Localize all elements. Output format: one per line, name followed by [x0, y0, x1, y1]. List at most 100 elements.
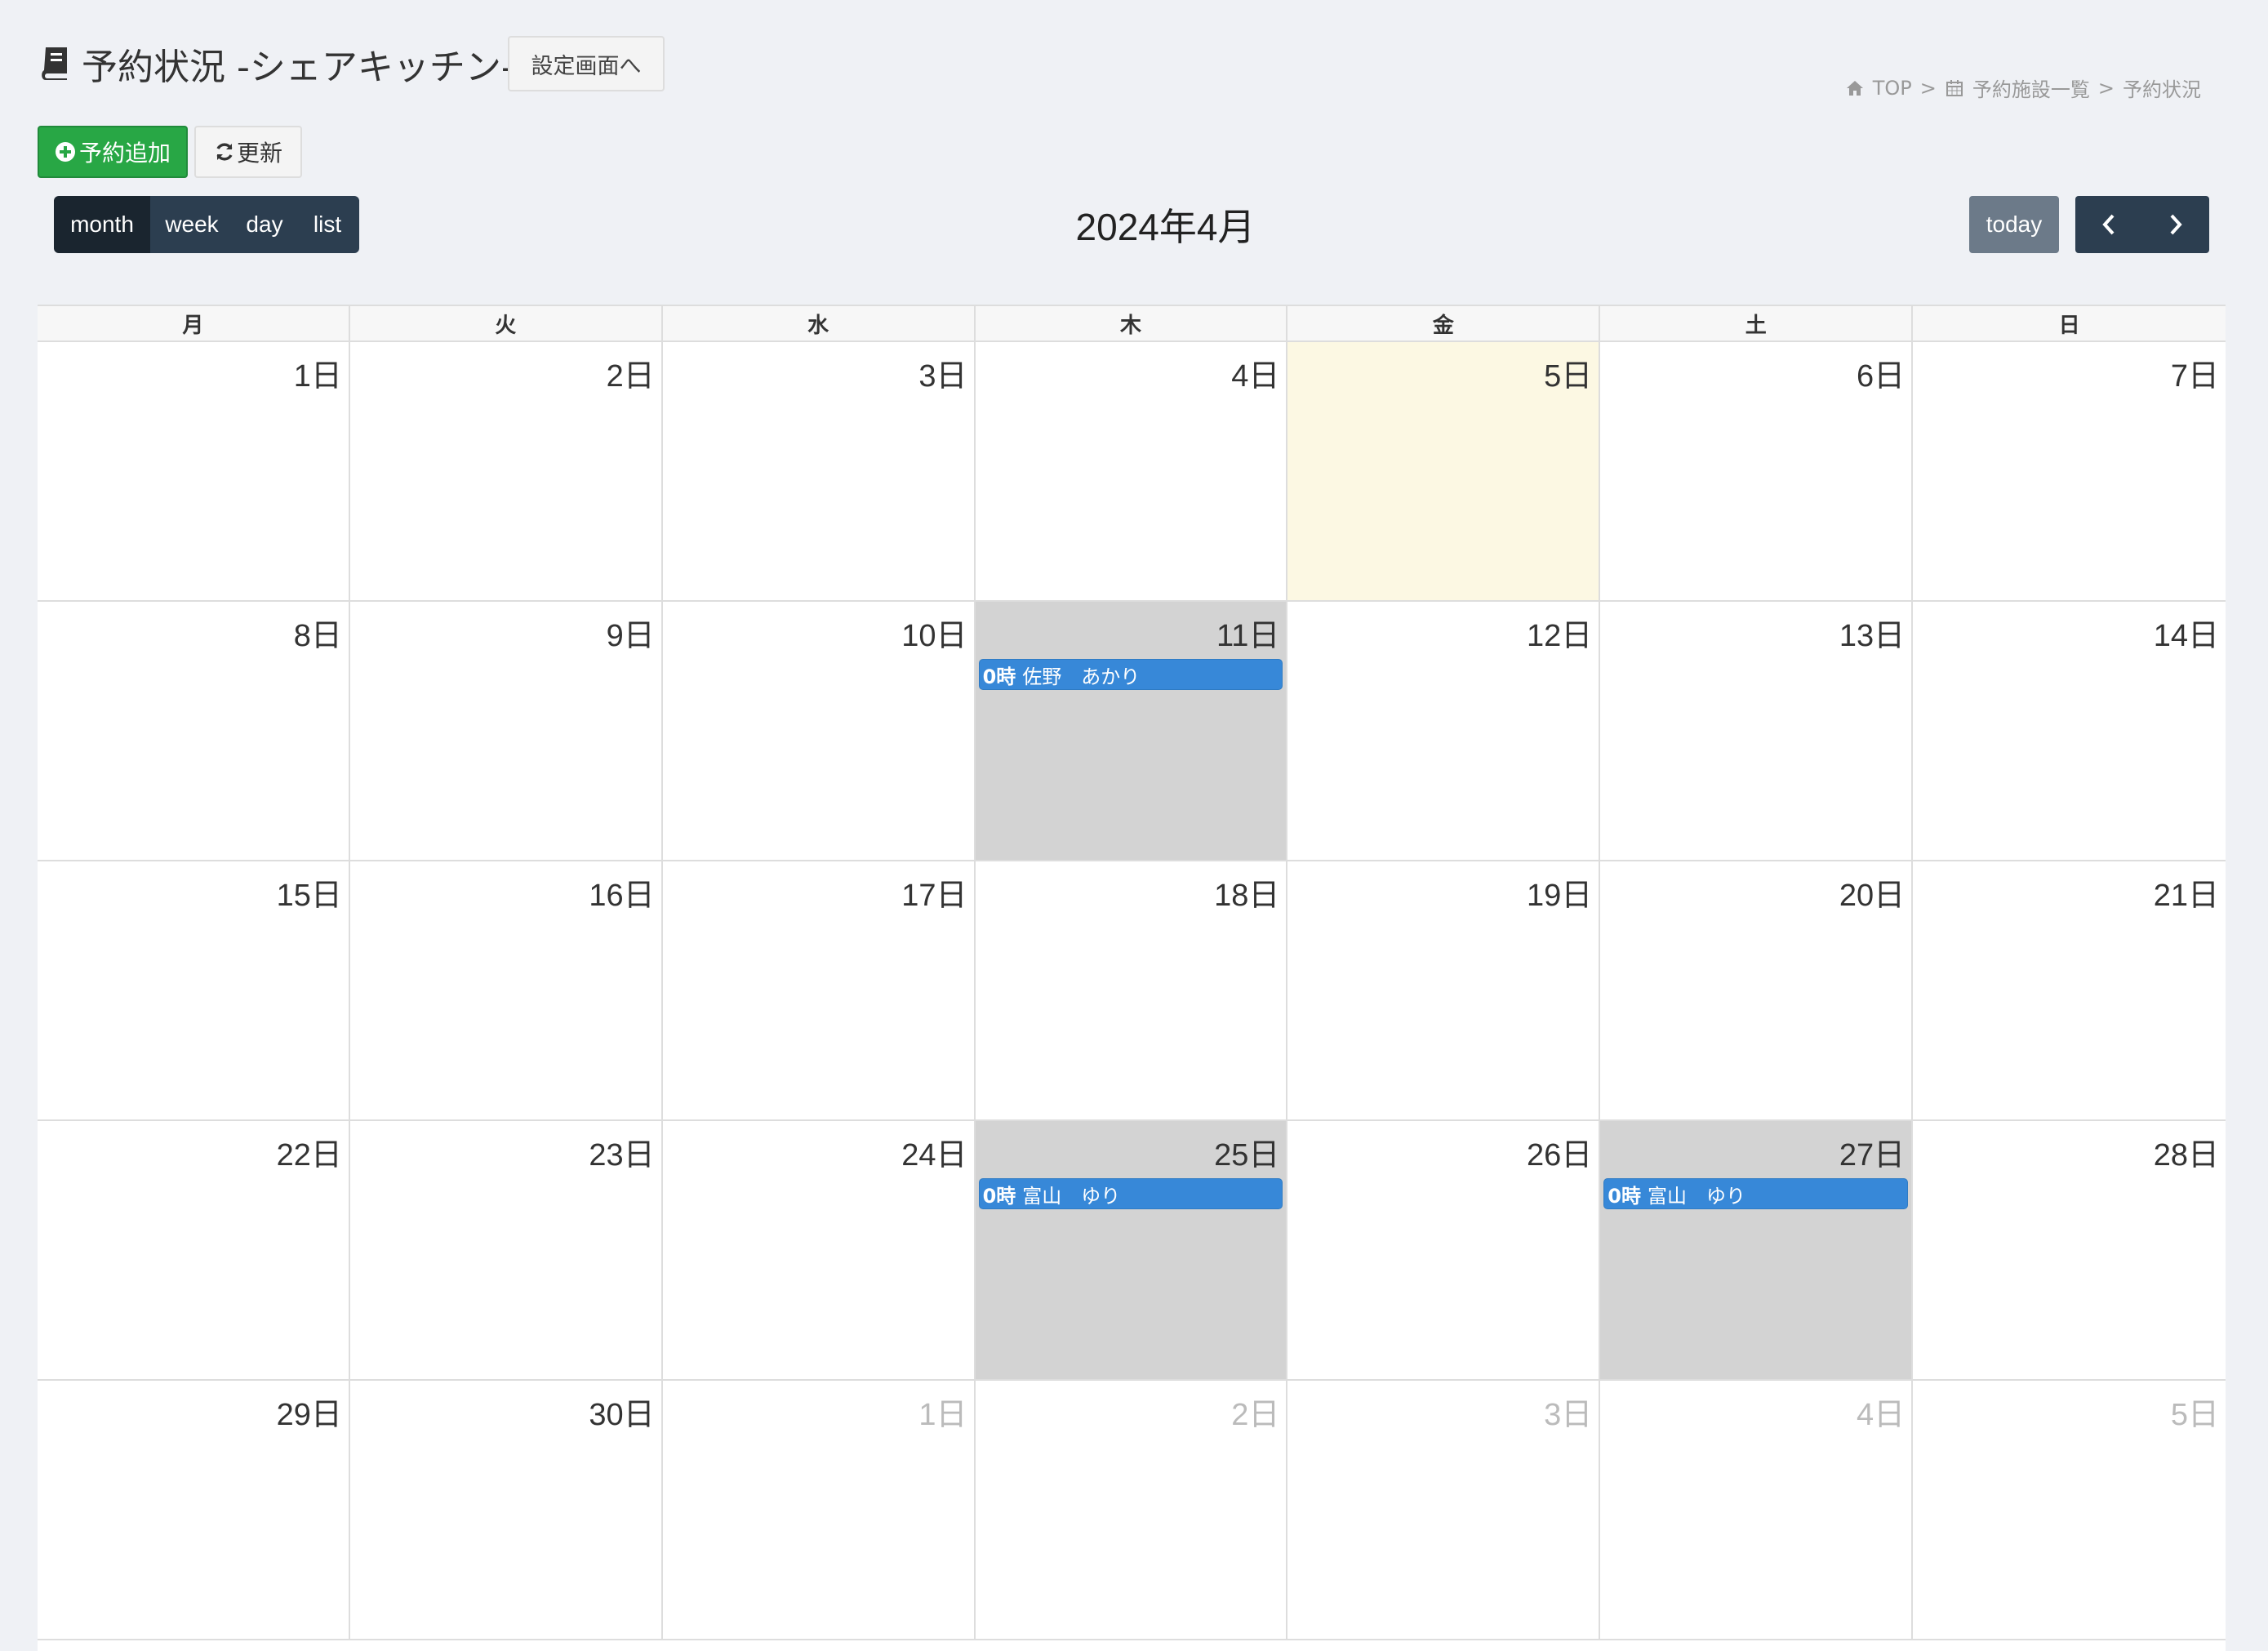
day-cell[interactable]: 2日	[349, 342, 663, 602]
weekday-header-cell: 月	[38, 306, 350, 340]
breadcrumb-top-link[interactable]: TOP	[1873, 77, 1912, 100]
breadcrumb-facilities-link[interactable]: 予約施設一覧	[1972, 73, 2090, 102]
event-name: 富山 ゆり	[1647, 1184, 1745, 1208]
page-title: 予約状況 -シェアキッチン-	[82, 47, 514, 88]
refresh-button[interactable]: 更新	[194, 126, 302, 178]
day-number: 3日	[1544, 1398, 1593, 1432]
day-number: 3日	[918, 359, 967, 394]
day-cell[interactable]: 15日	[38, 861, 350, 1121]
view-switcher: month week day list	[54, 196, 359, 253]
day-cell[interactable]: 19日	[1287, 861, 1601, 1121]
calendar-weeks: 1日 2日 3日 4日 5日 6日 7日 8日 9日 10日 11日 0時 佐野 あかり 12日 13日 14…	[38, 342, 2226, 1640]
day-cell[interactable]: 11日 0時 佐野 あかり	[975, 602, 1288, 861]
view-month-button[interactable]: month	[54, 196, 150, 253]
chevron-right-icon	[2170, 214, 2182, 235]
calendar-grid: 月火水木金土日 1日 2日 3日 4日 5日 6日 7日 8日 9日 10日 11日 0時 佐野 あかり…	[38, 305, 2226, 1651]
day-number: 9日	[606, 619, 655, 653]
day-number: 21日	[2153, 879, 2219, 913]
day-cell[interactable]: 24日	[662, 1121, 976, 1381]
reservation-event[interactable]: 0時 佐野 あかり	[978, 659, 1283, 690]
day-cell[interactable]: 13日	[1600, 602, 1914, 861]
day-cell[interactable]: 22日	[38, 1121, 350, 1381]
day-cell[interactable]: 4日	[1600, 1381, 1914, 1640]
day-cell[interactable]: 1日	[38, 342, 350, 602]
day-number: 18日	[1214, 879, 1280, 913]
day-cell[interactable]: 3日	[1287, 1381, 1601, 1640]
day-cell[interactable]: 9日	[349, 602, 663, 861]
day-cell[interactable]: 16日	[349, 861, 663, 1121]
today-button[interactable]: today	[1969, 196, 2059, 253]
refresh-label: 更新	[236, 140, 282, 167]
day-cell[interactable]: 4日	[975, 342, 1288, 602]
weekday-header-cell: 火	[350, 306, 663, 340]
day-number: 16日	[589, 879, 655, 913]
day-cell[interactable]: 5日	[1913, 1381, 2226, 1640]
day-number: 10日	[901, 619, 967, 653]
reservation-event[interactable]: 0時 富山 ゆり	[1603, 1178, 1909, 1209]
day-number: 13日	[1839, 619, 1906, 653]
breadcrumb-separator: >	[2097, 76, 2115, 100]
day-cell[interactable]: 30日	[349, 1381, 663, 1640]
breadcrumb-current: 予約状況	[2123, 78, 2201, 101]
weekday-header-cell: 日	[2058, 313, 2080, 338]
day-number: 8日	[293, 619, 342, 653]
day-cell[interactable]: 25日 0時 富山 ゆり	[975, 1121, 1288, 1381]
next-month-button[interactable]	[2142, 196, 2209, 253]
day-cell[interactable]: 29日	[38, 1381, 350, 1640]
breadcrumb-separator: >	[1919, 76, 1937, 100]
day-cell[interactable]: 1日	[662, 1381, 976, 1640]
day-number: 7日	[2170, 359, 2219, 394]
day-number: 22日	[276, 1138, 342, 1173]
weekday-header-cell: 木	[976, 306, 1288, 340]
month-navigation	[2075, 196, 2209, 253]
day-number: 26日	[1527, 1138, 1593, 1173]
day-number: 4日	[1231, 359, 1280, 394]
day-cell[interactable]: 20日	[1600, 861, 1914, 1121]
weekday-header-cell: 土	[1600, 306, 1914, 340]
day-number: 24日	[901, 1138, 967, 1173]
refresh-icon	[216, 143, 233, 161]
view-list-button[interactable]: list	[296, 196, 359, 253]
day-number: 5日	[1544, 359, 1593, 394]
home-icon	[1846, 80, 1863, 96]
view-day-button[interactable]: day	[233, 196, 296, 253]
day-number: 4日	[1857, 1398, 1906, 1432]
day-number: 28日	[2153, 1138, 2219, 1173]
event-time: 0時	[1608, 1184, 1641, 1208]
day-cell[interactable]: 12日	[1287, 602, 1601, 861]
event-time: 0時	[982, 665, 1016, 688]
day-number: 5日	[2170, 1398, 2219, 1432]
day-cell[interactable]: 27日 0時 富山 ゆり	[1600, 1121, 1914, 1381]
day-cell[interactable]: 7日	[1913, 342, 2226, 602]
day-number: 17日	[901, 879, 967, 913]
day-cell[interactable]: 23日	[349, 1121, 663, 1381]
day-number: 1日	[918, 1398, 967, 1432]
day-cell[interactable]: 14日	[1913, 602, 2226, 861]
day-number: 23日	[589, 1138, 655, 1173]
day-cell[interactable]: 6日	[1600, 342, 1914, 602]
day-cell[interactable]: 2日	[975, 1381, 1288, 1640]
event-name: 佐野 あかり	[1022, 665, 1141, 688]
weekday-header-cell: 水	[663, 306, 976, 340]
prev-month-button[interactable]	[2075, 196, 2142, 253]
day-cell[interactable]: 3日	[662, 342, 976, 602]
day-cell[interactable]: 5日	[1287, 342, 1601, 602]
day-number: 27日	[1839, 1138, 1906, 1173]
day-cell[interactable]: 10日	[662, 602, 976, 861]
view-week-button[interactable]: week	[150, 196, 233, 253]
settings-button[interactable]: 設定画面へ	[508, 36, 665, 91]
breadcrumb: TOP > 予約施設一覧 > 予約状況	[1845, 73, 2201, 102]
day-cell[interactable]: 17日	[662, 861, 976, 1121]
day-number: 2日	[606, 359, 655, 394]
day-number: 12日	[1527, 619, 1593, 653]
reservation-event[interactable]: 0時 富山 ゆり	[978, 1178, 1283, 1209]
add-reservation-button[interactable]: 予約追加	[38, 126, 188, 178]
day-number: 2日	[1231, 1398, 1280, 1432]
day-cell[interactable]: 26日	[1287, 1121, 1601, 1381]
day-cell[interactable]: 18日	[975, 861, 1288, 1121]
day-cell[interactable]: 8日	[38, 602, 350, 861]
calendar-icon	[1946, 79, 1963, 96]
day-cell[interactable]: 21日	[1913, 861, 2226, 1121]
day-cell[interactable]: 28日	[1913, 1121, 2226, 1381]
day-number: 15日	[276, 879, 342, 913]
